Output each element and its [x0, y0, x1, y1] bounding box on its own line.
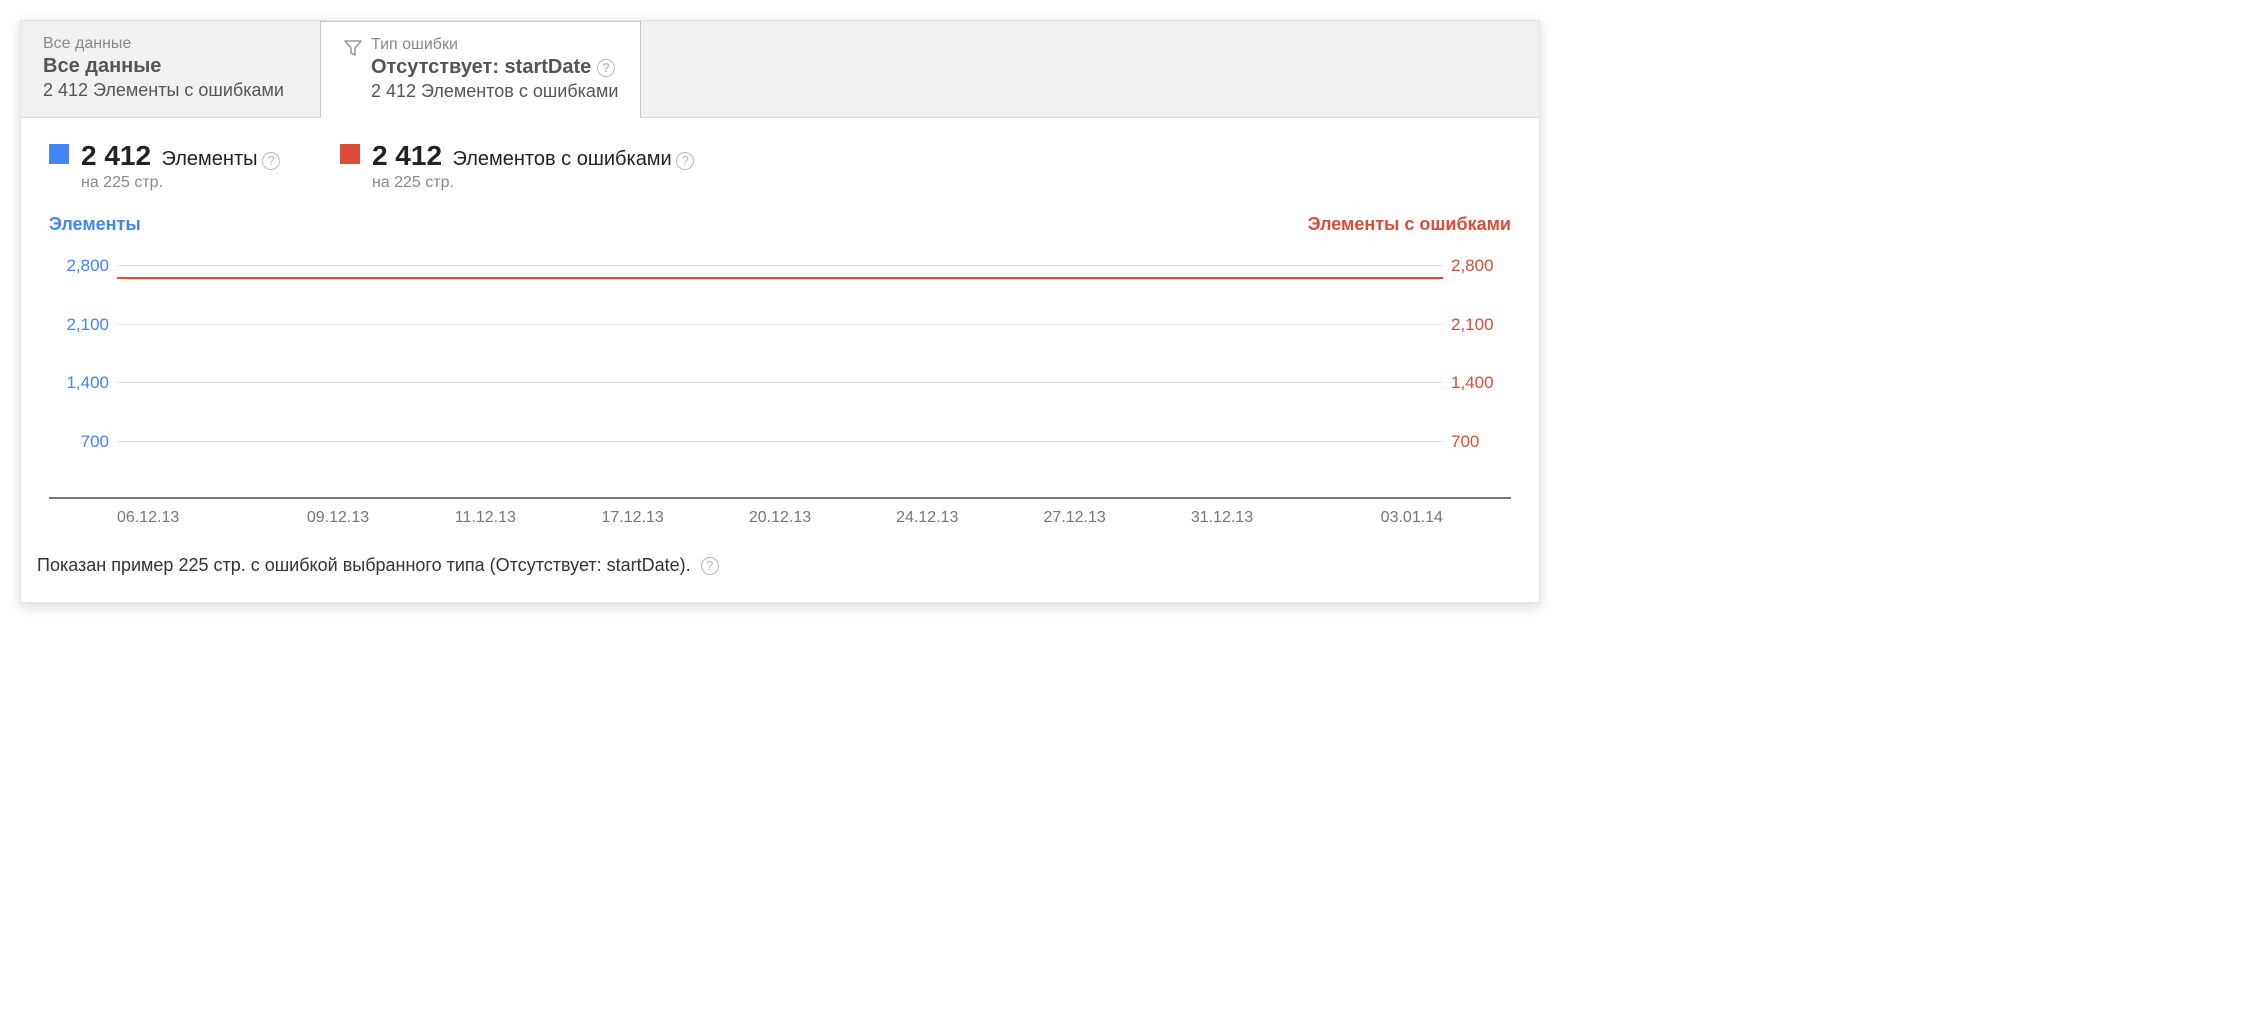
stats-row: 2 412 Элементы ? на 225 стр. 2 412 Элеме… [21, 118, 1539, 210]
help-icon[interactable]: ? [676, 152, 694, 170]
x-tick: 09.12.13 [264, 509, 411, 527]
x-tick: 31.12.13 [1148, 509, 1295, 527]
x-tick: 20.12.13 [706, 509, 853, 527]
y-tick-left: 2,800 [49, 256, 109, 276]
chart-plot[interactable]: 2,800 2,800 2,100 2,100 1,400 1,400 700 … [49, 239, 1511, 499]
swatch-errors [340, 144, 360, 164]
tabs-row: Все данные Все данные 2 412 Элементы с о… [21, 21, 1539, 118]
swatch-elements [49, 144, 69, 164]
series-errors [117, 277, 1443, 279]
stat-errors-value: 2 412 [372, 140, 442, 172]
stat-errors-label: Элементов с ошибками [452, 148, 671, 171]
filter-icon [343, 38, 363, 63]
legend-right: Элементы с ошибками [1308, 214, 1511, 235]
footer-text: Показан пример 225 стр. с ошибкой выбран… [37, 555, 691, 576]
tab-error-type[interactable]: Тип ошибки Отсутствует: startDate ? 2 41… [320, 21, 641, 118]
stat-elements-label: Элементы [162, 148, 258, 171]
x-tick: 03.01.14 [1296, 509, 1443, 527]
help-icon[interactable]: ? [701, 557, 719, 575]
help-icon[interactable]: ? [262, 152, 280, 170]
tab-all-data[interactable]: Все данные Все данные 2 412 Элементы с о… [21, 21, 321, 117]
chart-legend: Элементы Элементы с ошибками [49, 214, 1511, 235]
chart-area: Элементы Элементы с ошибками 2,800 2,800… [21, 210, 1539, 527]
report-panel: Все данные Все данные 2 412 Элементы с о… [20, 20, 1540, 603]
tab-all-line2: Все данные [43, 55, 298, 78]
y-tick-right: 2,800 [1451, 256, 1511, 276]
footer-note: Показан пример 225 стр. с ошибкой выбран… [21, 527, 1539, 582]
help-icon[interactable]: ? [597, 59, 615, 77]
tab-error-line1: Тип ошибки [371, 36, 618, 54]
x-tick: 24.12.13 [854, 509, 1001, 527]
x-tick: 27.12.13 [1001, 509, 1148, 527]
tab-all-line1: Все данные [43, 35, 298, 53]
y-tick-right: 700 [1451, 432, 1511, 452]
tab-error-line2: Отсутствует: startDate [371, 56, 591, 79]
y-tick-right: 1,400 [1451, 373, 1511, 393]
stat-elements-sub: на 225 стр. [81, 174, 280, 192]
y-tick-left: 1,400 [49, 373, 109, 393]
x-tick: 11.12.13 [412, 509, 559, 527]
x-tick: 06.12.13 [117, 509, 264, 527]
x-tick: 17.12.13 [559, 509, 706, 527]
stat-elements: 2 412 Элементы ? на 225 стр. [49, 140, 280, 192]
y-tick-left: 2,100 [49, 315, 109, 335]
tab-all-line3: 2 412 Элементы с ошибками [43, 80, 298, 101]
y-tick-right: 2,100 [1451, 315, 1511, 335]
y-tick-left: 700 [49, 432, 109, 452]
stat-errors: 2 412 Элементов с ошибками ? на 225 стр. [340, 140, 694, 192]
stat-errors-sub: на 225 стр. [372, 174, 694, 192]
stat-elements-value: 2 412 [81, 140, 151, 172]
legend-left: Элементы [49, 214, 141, 235]
tab-error-line3: 2 412 Элементов с ошибками [371, 81, 618, 102]
x-axis: 06.12.13 09.12.13 11.12.13 17.12.13 20.1… [49, 499, 1511, 527]
